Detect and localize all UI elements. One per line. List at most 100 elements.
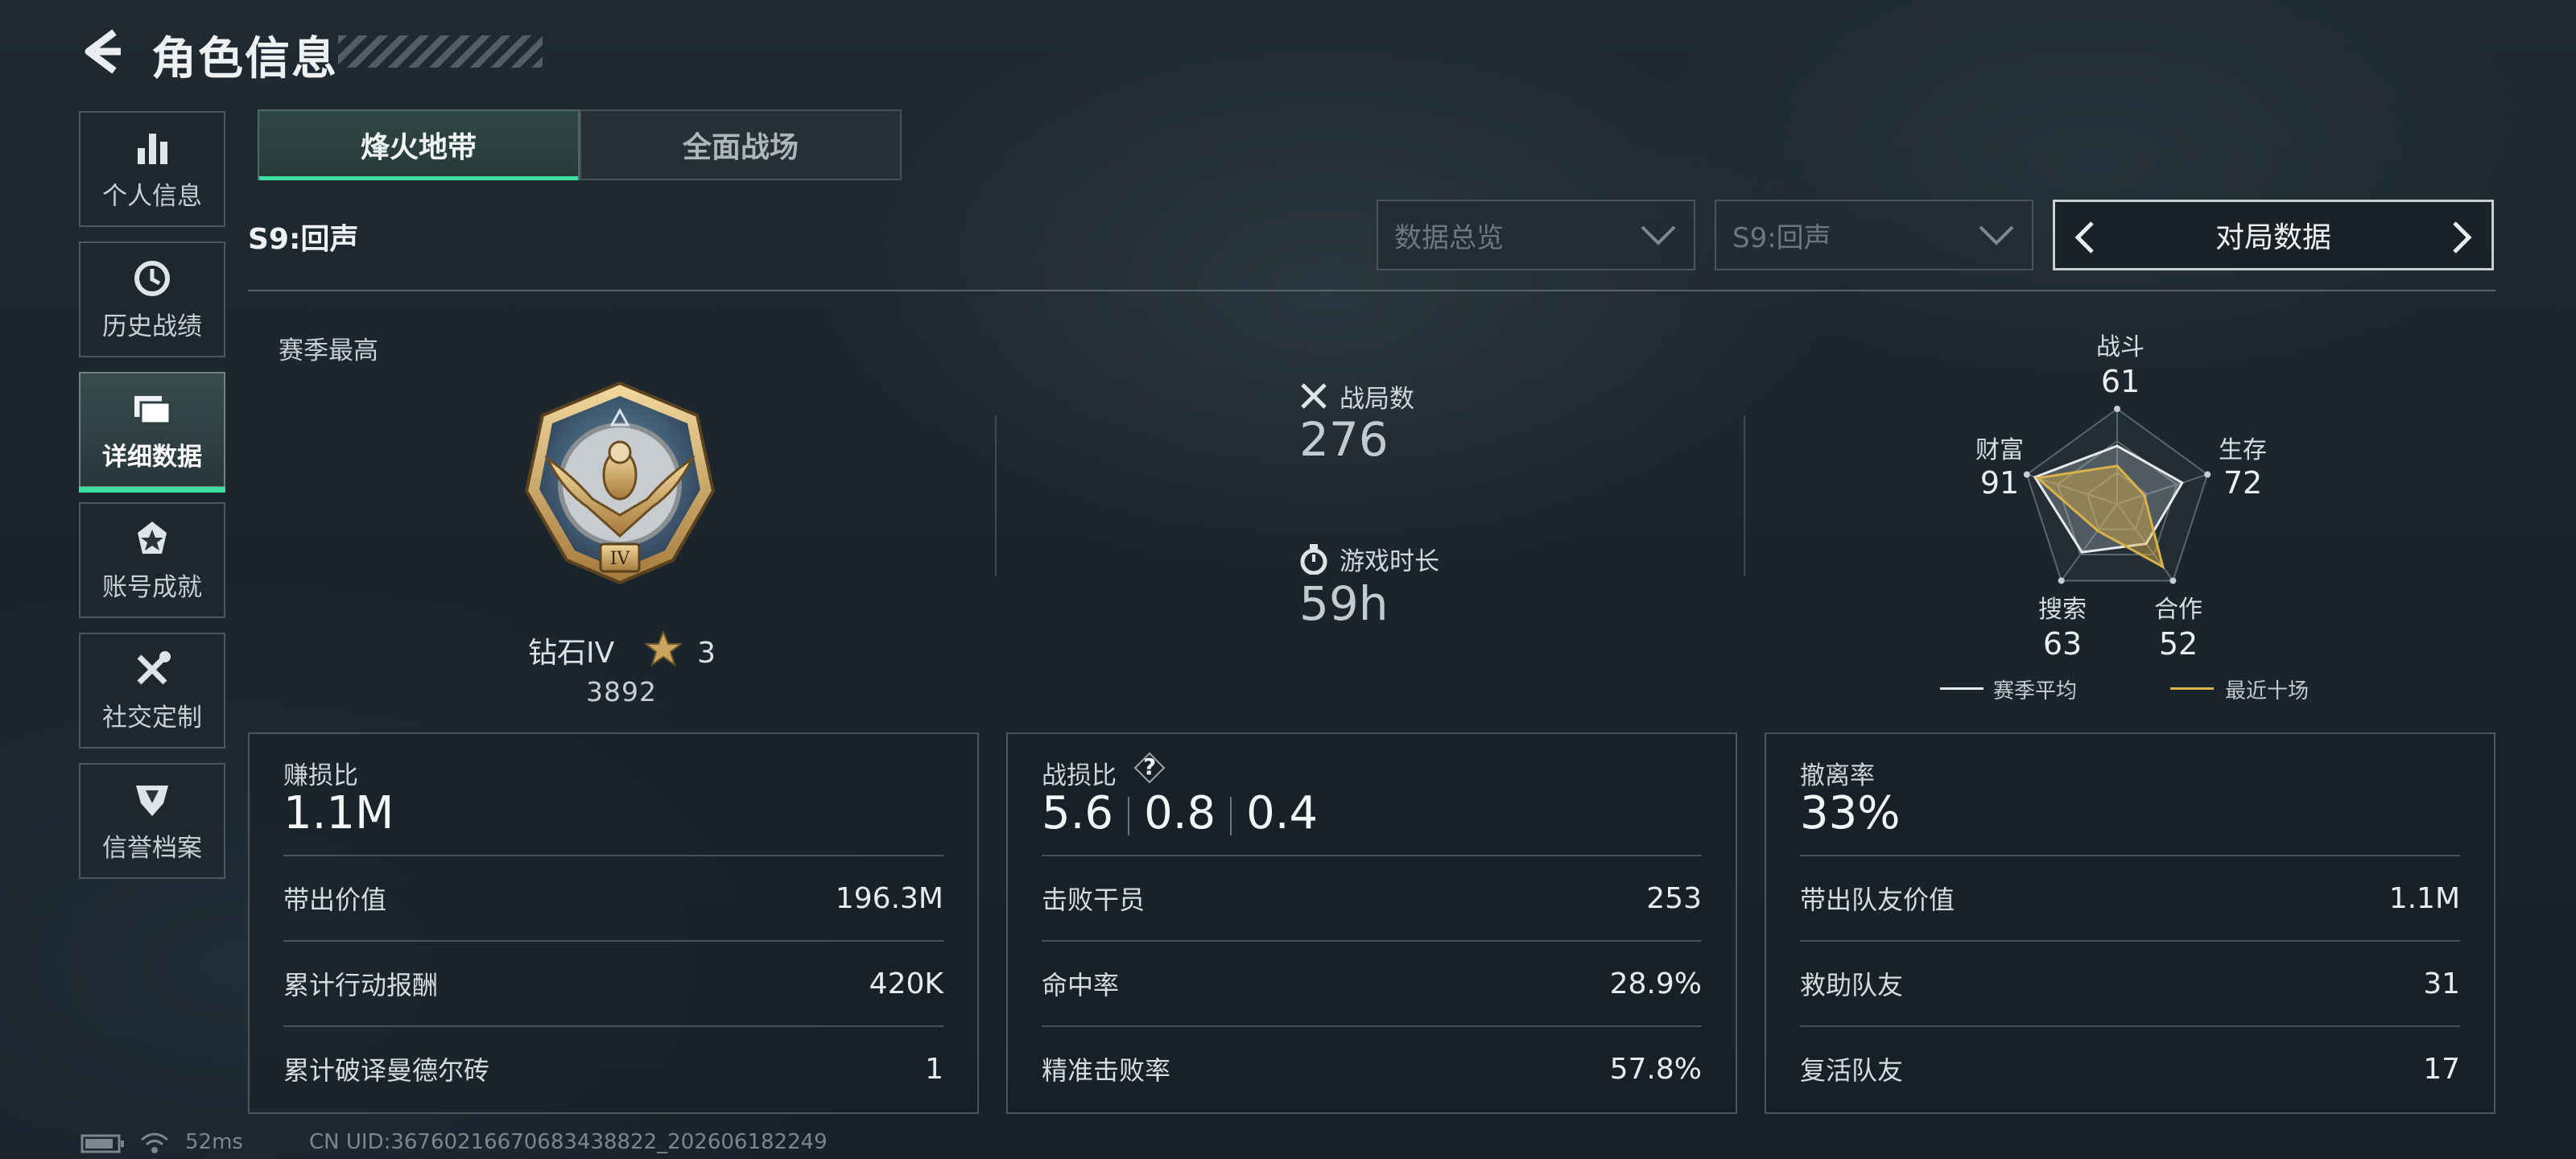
- sidebar-item-label: 详细数据: [102, 442, 202, 472]
- legend-recent-ten: 最近十场: [2225, 679, 2310, 703]
- playtime-value: 59h: [1299, 576, 1389, 631]
- legend-swatch-recent-ten: [2170, 687, 2214, 690]
- radar-label-combat: 战斗: [2096, 333, 2145, 361]
- ratio-divider: [1230, 796, 1232, 835]
- help-icon[interactable]: ?: [1133, 752, 1166, 784]
- rank-badge-icon: IV: [524, 381, 716, 585]
- tab-label: 全面战场: [682, 131, 799, 164]
- column-divider: [995, 415, 997, 576]
- tab-full-battlefield[interactable]: 全面战场: [580, 109, 902, 180]
- row-label: 击败干员: [1042, 885, 1146, 915]
- tab-label: 烽火地带: [360, 131, 477, 164]
- switcher-label: 对局数据: [2215, 221, 2331, 254]
- ratio-value: 5.6: [1042, 787, 1114, 839]
- sidebar-item-history[interactable]: 历史战绩: [79, 241, 225, 357]
- row-value: 1.1M: [2388, 881, 2460, 915]
- profit-card: 赚损比 1.1M 带出价值 196.3M 累计行动报酬 420K 累计破译曼德尔砖 1: [248, 732, 979, 1114]
- combat-card: 战损比 ? 5.6 0.8 0.4 击败干员 253 命中率 28.9% 精准击败率 57…: [1006, 732, 1737, 1114]
- row-label: 带出价值: [283, 885, 387, 915]
- row-value: 196.3M: [835, 881, 943, 915]
- bar-chart-icon: [138, 133, 167, 164]
- radar-value-teamwork: 52: [2158, 626, 2198, 662]
- sidebar-item-label: 账号成就: [102, 572, 202, 602]
- sidebar-item-personal-info[interactable]: 个人信息: [79, 111, 225, 227]
- rank-stars: 3: [697, 637, 716, 670]
- season-title: S9:回声: [248, 223, 359, 256]
- card-title: 撤离率: [1800, 761, 1875, 790]
- dropdown-value: 数据总览: [1394, 221, 1504, 254]
- dropdown-value: S9:回声: [1732, 221, 1831, 254]
- matches-label: 战局数: [1340, 385, 1414, 414]
- sidebar-item-social[interactable]: 社交定制: [79, 633, 225, 749]
- column-divider: [1744, 415, 1745, 576]
- season-best-label: 赛季最高: [279, 336, 378, 365]
- sidebar-item-label: 个人信息: [102, 181, 202, 211]
- combat-ratio-values: 5.6 0.8 0.4: [1042, 787, 1318, 839]
- playtime-label: 游戏时长: [1340, 547, 1439, 576]
- sidebar-item-label: 信誉档案: [102, 833, 202, 863]
- season-dropdown[interactable]: S9:回声: [1715, 200, 2033, 270]
- tools-icon: [137, 650, 171, 684]
- row-label: 精准击败率: [1042, 1055, 1171, 1086]
- table-row: 复活队友 17: [1800, 1027, 2460, 1111]
- sidebar-item-achievements[interactable]: 账号成就: [79, 502, 225, 618]
- rank-info: 钻石IV 3: [528, 629, 716, 671]
- star-icon: [644, 630, 682, 667]
- sidebar-item-detailed-data[interactable]: 详细数据: [79, 372, 225, 493]
- extract-card: 撤离率 33% 带出队友价值 1.1M 救助队友 31 复活队友 17: [1765, 732, 2496, 1114]
- row-label: 命中率: [1042, 970, 1120, 1000]
- radar-axis-dot: [2114, 406, 2120, 412]
- row-label: 救助队友: [1800, 970, 1904, 1000]
- row-label: 累计破译曼德尔砖: [283, 1055, 490, 1086]
- radar-label-teamwork: 合作: [2154, 596, 2202, 624]
- row-value: 420K: [869, 967, 943, 1000]
- row-value: 253: [1646, 881, 1702, 915]
- tab-fire-zone[interactable]: 烽火地带: [258, 109, 580, 180]
- radar-value-combat: 61: [2100, 364, 2140, 399]
- user-uid: CN UID:36760216670683438822_202606182249: [309, 1130, 828, 1154]
- row-value: 28.9%: [1609, 967, 1702, 1000]
- row-value: 31: [2423, 967, 2460, 1000]
- title-decoration: [338, 35, 543, 68]
- row-label: 复活队友: [1800, 1055, 1904, 1086]
- battery-icon: [80, 1134, 124, 1153]
- ratio-value: 0.8: [1144, 787, 1216, 839]
- page-title: 角色信息: [151, 33, 338, 85]
- view-dropdown[interactable]: 数据总览: [1377, 200, 1695, 270]
- data-type-switcher: 对局数据: [2053, 200, 2494, 270]
- card-big-value: 1.1M: [283, 787, 394, 839]
- folder-icon: [134, 395, 171, 424]
- crossed-swords-icon: [1301, 383, 1327, 409]
- card-title: 战损比: [1042, 761, 1117, 790]
- sidebar-item-label: 历史战绩: [102, 311, 202, 341]
- wifi-icon: [141, 1132, 168, 1153]
- table-row: 精准击败率 57.8%: [1042, 1027, 1702, 1111]
- radar-axis-dot: [2058, 577, 2065, 584]
- row-value: 57.8%: [1609, 1052, 1702, 1086]
- table-row: 救助队友 31: [1800, 942, 2460, 1025]
- legend-swatch-season-avg: [1940, 687, 1984, 690]
- help-icon-glyph: ?: [1143, 753, 1157, 780]
- section-divider: [248, 290, 2496, 291]
- chevron-left-icon[interactable]: [2073, 220, 2097, 255]
- card-title: 赚损比: [283, 761, 358, 790]
- chevron-right-icon[interactable]: [2450, 220, 2474, 255]
- sidebar-item-reputation[interactable]: 信誉档案: [79, 763, 225, 879]
- table-row: 带出队友价值 1.1M: [1800, 856, 2460, 940]
- medal-icon: [138, 521, 167, 554]
- radar-value-wealth: 91: [1979, 465, 2020, 501]
- radar-axis-dot: [2169, 577, 2177, 584]
- back-arrow-icon[interactable]: [77, 27, 126, 76]
- row-value: 17: [2423, 1052, 2460, 1086]
- rank-name: 钻石IV: [528, 637, 615, 670]
- matches-value: 276: [1299, 412, 1389, 467]
- radar-label-wealth: 财富: [1975, 436, 2024, 464]
- shield-icon: [136, 785, 168, 816]
- ratio-value: 0.4: [1246, 787, 1319, 839]
- card-big-value: 33%: [1800, 787, 1901, 839]
- row-value: 1: [925, 1052, 943, 1086]
- legend-season-avg: 赛季平均: [1993, 679, 2078, 703]
- table-row: 击败干员 253: [1042, 856, 1702, 940]
- rank-score: 3892: [586, 676, 657, 707]
- chevron-down-icon: [1641, 225, 1676, 245]
